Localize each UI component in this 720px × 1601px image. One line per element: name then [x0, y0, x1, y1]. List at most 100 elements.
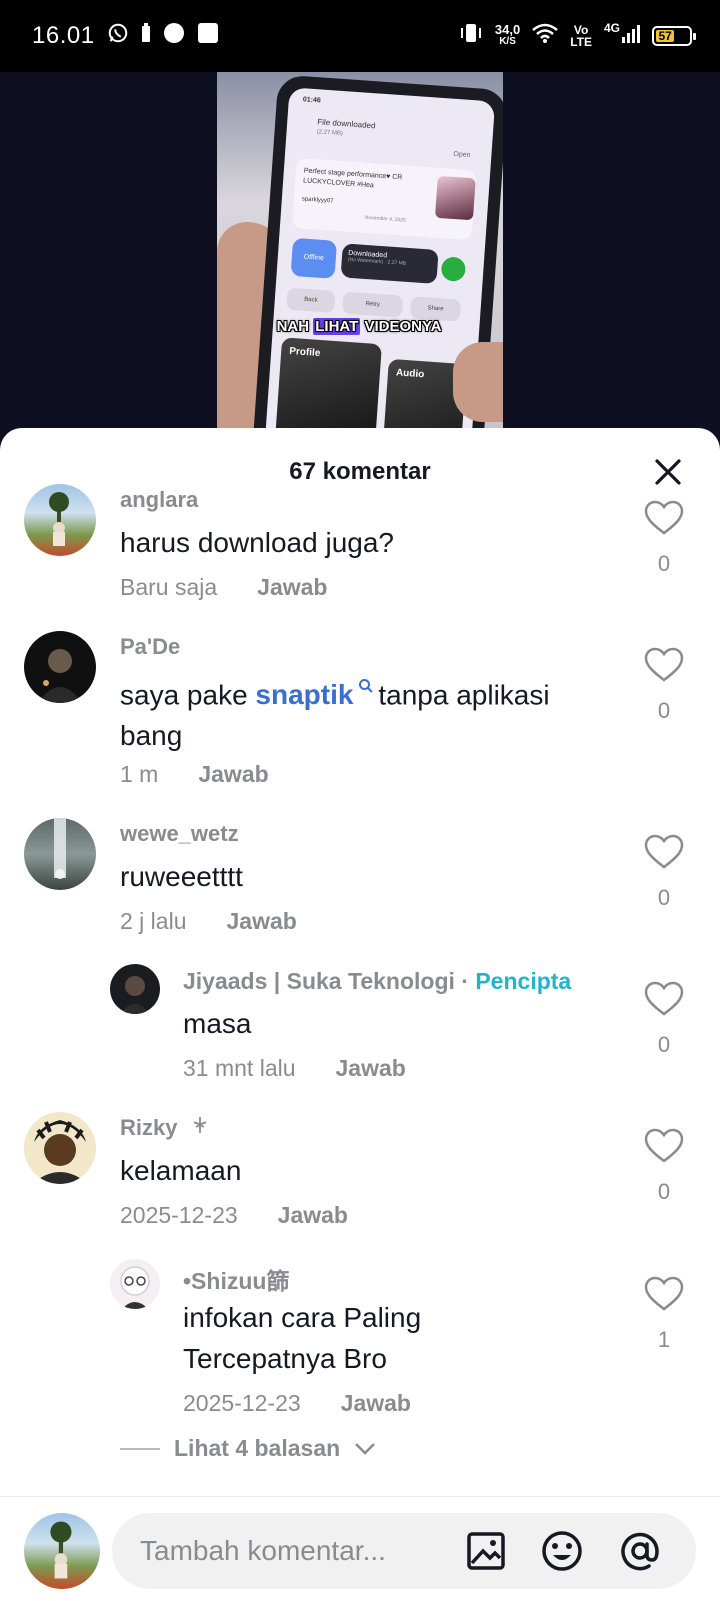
image-icon: [467, 1532, 505, 1570]
reply-button[interactable]: Jawab: [198, 761, 268, 787]
comments-count-title: 67 komentar: [289, 458, 431, 485]
emoji-button[interactable]: [540, 1529, 584, 1573]
reply-button[interactable]: Jawab: [226, 908, 296, 934]
creator-badge: Pencipta: [475, 968, 572, 994]
comment-meta: 2025-12-23 Jawab: [120, 1202, 348, 1229]
comment-time: Baru saja: [120, 574, 218, 600]
like-count: 0: [657, 1032, 671, 1057]
caption-suffix: VIDEONYA: [360, 318, 442, 335]
comment-input-placeholder: Tambah komentar...: [140, 1535, 386, 1566]
comment-time: 31 mnt lalu: [183, 1055, 296, 1081]
square-notification-icon: [197, 22, 219, 51]
status-bar: 16.01 34,0 K/S Vo LTE 4G 57: [0, 0, 720, 72]
ps-post-title: Perfect stage performance♥ CR LUCKYCLOVE…: [302, 167, 403, 190]
like-button[interactable]: 0: [642, 647, 686, 724]
heart-icon: [644, 500, 684, 535]
comment-meta: 31 mnt lalu Jawab: [183, 1055, 406, 1082]
video-caption: NAH LIHAT VIDEONYA: [259, 318, 459, 335]
username-separator: ·: [454, 968, 476, 994]
battery-icon: 57: [652, 26, 696, 46]
volte-indicator: Vo LTE: [570, 24, 592, 48]
badge-icon: [190, 1115, 210, 1140]
like-button[interactable]: 1: [642, 1276, 686, 1353]
video-player[interactable]: 01:46 File downloaded (2.27 MB) Open Per…: [0, 72, 720, 442]
view-more-replies-button[interactable]: Lihat 4 balasan: [120, 1435, 376, 1462]
sheet-header: 67 komentar: [0, 428, 720, 502]
like-count: 0: [657, 551, 671, 576]
ps-retry-button: Retry: [342, 291, 404, 318]
search-icon: [353, 679, 378, 698]
like-count: 1: [657, 1327, 671, 1352]
like-button[interactable]: 0: [642, 1128, 686, 1205]
like-count: 0: [657, 1179, 671, 1204]
reply-button[interactable]: Jawab: [341, 1390, 411, 1416]
status-time: 16.01: [32, 22, 95, 49]
net-speed: 34,0 K/S: [495, 23, 520, 48]
mention-button[interactable]: [618, 1529, 662, 1573]
comment-text: ruweeetttt: [120, 861, 243, 892]
heart-icon: [644, 981, 684, 1016]
comment-username[interactable]: anglara: [120, 487, 198, 513]
reply-button[interactable]: Jawab: [257, 574, 327, 600]
image-button[interactable]: [464, 1529, 508, 1573]
replies-divider: [120, 1447, 160, 1450]
ps-profile-thumb: Profile: [274, 337, 382, 442]
comment-search-link[interactable]: snaptik: [255, 679, 378, 710]
comment-username[interactable]: Jiyaads | Suka Teknologi: [183, 968, 455, 994]
ps-size: (2.27 MB): [316, 129, 344, 138]
comment-username[interactable]: Pa'De: [120, 634, 180, 660]
ps-file-downloaded: File downloaded: [317, 117, 376, 131]
wifi-icon: [532, 22, 559, 50]
like-button[interactable]: 0: [642, 981, 686, 1058]
comment-text: kelamaan: [120, 1155, 242, 1186]
avatar[interactable]: [110, 964, 160, 1014]
signal-indicator: 4G: [604, 22, 640, 50]
like-button[interactable]: 0: [642, 834, 686, 911]
phone-charge-icon: [141, 22, 151, 50]
comment-username[interactable]: Rizky: [120, 1115, 177, 1140]
like-button[interactable]: 0: [642, 500, 686, 577]
whatsapp-icon: [107, 22, 129, 51]
comment-text-before: saya pake: [120, 679, 256, 711]
comment-meta: 2025-12-23 Jawab: [183, 1390, 411, 1417]
avatar[interactable]: [24, 484, 96, 556]
like-count: 0: [657, 885, 671, 910]
volte-label-2: LTE: [570, 35, 592, 49]
battery-level: 57: [656, 29, 675, 43]
avatar[interactable]: [24, 818, 96, 890]
comment-meta: 1 m Jawab: [120, 761, 269, 788]
heart-icon: [644, 1128, 684, 1163]
like-count: 0: [657, 698, 671, 723]
emoji-icon: [542, 1531, 582, 1571]
avatar[interactable]: [110, 1259, 160, 1309]
close-button[interactable]: [648, 452, 688, 492]
comment-username[interactable]: wewe_wetz: [120, 821, 239, 847]
comment-username[interactable]: •Shizuu篩: [183, 1262, 289, 1296]
network-type: 4G: [603, 21, 620, 35]
avatar[interactable]: [24, 631, 96, 703]
comment-username-row: Rizky: [120, 1115, 210, 1141]
my-avatar[interactable]: [24, 1513, 100, 1589]
reply-button[interactable]: Jawab: [336, 1055, 406, 1081]
circle-notification-icon: [163, 22, 185, 51]
reply-button[interactable]: Jawab: [278, 1202, 348, 1228]
avatar[interactable]: [24, 1112, 96, 1184]
ps-post-user: sparklyyy07: [301, 196, 334, 205]
view-more-replies-label: Lihat 4 balasan: [174, 1435, 341, 1461]
ps-post-date: November 4, 2025: [364, 214, 406, 224]
caption-prefix: NAH: [276, 318, 314, 335]
comment-meta: Baru saja Jawab: [120, 574, 328, 601]
comment-text: harus download juga?: [120, 527, 394, 558]
caption-highlight: LIHAT: [313, 318, 361, 335]
comments-sheet: 67 komentar anglara harus download juga?…: [0, 428, 720, 1600]
ps-back-button: Back: [286, 287, 336, 313]
ps-green-button: [440, 256, 467, 282]
chevron-down-icon: [354, 1435, 376, 1462]
at-mention-icon: [621, 1532, 659, 1571]
net-speed-unit: K/S: [499, 36, 516, 47]
ps-time: 01:46: [302, 96, 321, 105]
comment-text: infokan cara Paling Tercepatnya Bro: [183, 1302, 422, 1374]
comment-text: saya pake snaptik tanpa aplikasi bang: [120, 669, 610, 756]
comment-input[interactable]: Tambah komentar...: [112, 1513, 696, 1589]
comment-time: 2 j lalu: [120, 908, 187, 934]
